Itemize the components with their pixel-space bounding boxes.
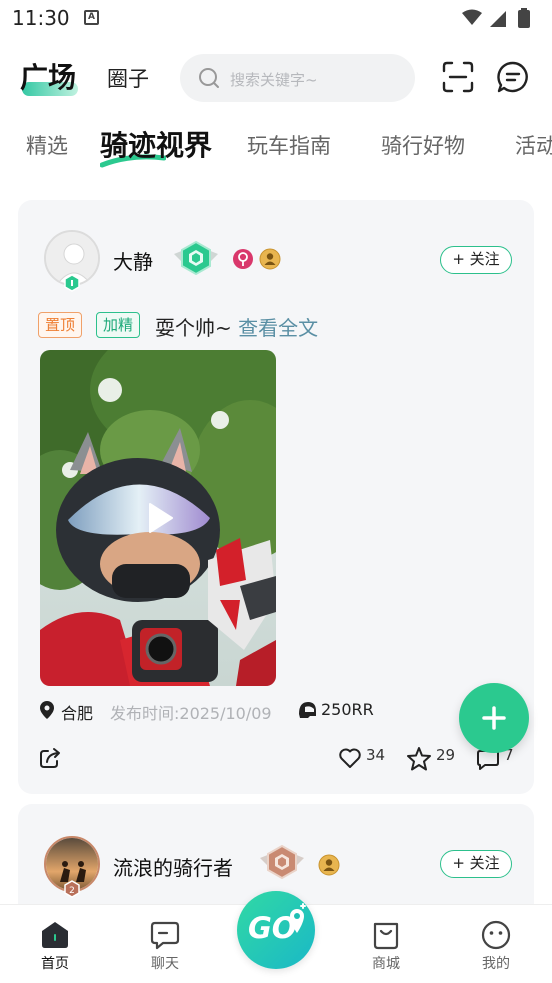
helmet-icon: [299, 702, 316, 718]
nav-home-label: 首页: [41, 956, 69, 972]
read-more-link[interactable]: 查看全文: [238, 316, 318, 340]
featured-tag: 加精: [96, 312, 141, 338]
notification-icon: A: [84, 10, 99, 25]
message-icon[interactable]: [496, 60, 530, 94]
like-count: 34: [366, 746, 386, 764]
svg-text:2: 2: [69, 886, 75, 896]
bronze-shield-badge-icon: [260, 844, 304, 880]
channel-tabs: 精选 骑迹视界 玩车指南 骑行好物 活动: [0, 120, 552, 170]
nav-home[interactable]: 首页: [25, 919, 85, 979]
post-video-thumbnail[interactable]: [40, 350, 276, 686]
tab-square[interactable]: 广场: [20, 56, 76, 96]
post-text[interactable]: 耍个帅~ 查看全文: [155, 312, 318, 341]
shield-badge-icon: [174, 240, 218, 276]
red-medal-icon: [233, 249, 253, 269]
gold-medal-icon: [318, 854, 340, 876]
nav-chat-label: 聊天: [151, 956, 179, 972]
status-bar: 11:30 A: [0, 0, 552, 38]
post-actions: 34 29 7: [38, 744, 528, 774]
bottom-nav: 首页 聊天 GO 商城 我的: [0, 891, 552, 983]
plus-icon: [482, 706, 506, 730]
nav-mall[interactable]: 商城: [356, 919, 416, 979]
profile-face-icon: [481, 920, 511, 950]
bike-model: 250RR: [321, 700, 374, 719]
post-card[interactable]: 大静 + 关注 置顶 加精 耍个帅~ 查看全文 合肥 发布时间:2025/10/…: [18, 200, 534, 794]
tab-car-guide[interactable]: 玩车指南: [247, 130, 331, 160]
heart-icon[interactable]: [338, 746, 362, 770]
create-post-button[interactable]: [459, 683, 529, 753]
home-icon: [42, 922, 68, 948]
scan-icon[interactable]: [441, 60, 475, 94]
tab-riding-vision[interactable]: 骑迹视界: [100, 124, 212, 164]
author-name[interactable]: 流浪的骑行者: [113, 852, 233, 881]
search-input[interactable]: 搜索关键字~: [180, 54, 415, 102]
star-icon[interactable]: [406, 746, 432, 772]
level-badge-icon: [64, 274, 80, 292]
publish-time: 发布时间:2025/10/09: [110, 704, 272, 723]
nav-mall-label: 商城: [372, 956, 400, 972]
gold-medal-icon: [259, 248, 281, 270]
signal-battery-icon: [462, 8, 530, 28]
location-text: 合肥: [61, 704, 94, 723]
shopping-bag-icon: [373, 922, 399, 950]
nav-me-label: 我的: [482, 956, 510, 972]
post-meta: 合肥 发布时间:2025/10/09 250RR: [38, 698, 508, 724]
chat-icon: [150, 921, 180, 950]
follow-button[interactable]: + 关注: [440, 850, 512, 878]
play-icon[interactable]: [146, 502, 174, 534]
tab-activities[interactable]: 活动: [515, 130, 552, 160]
level-badge-icon: 2: [64, 880, 80, 898]
pinned-tag: 置顶: [38, 312, 83, 338]
search-icon: [199, 68, 219, 88]
author-name[interactable]: 大静: [113, 246, 153, 275]
follow-button[interactable]: + 关注: [440, 246, 512, 274]
nav-me[interactable]: 我的: [466, 919, 526, 979]
tab-featured[interactable]: 精选: [26, 130, 68, 160]
top-header: 广场 圈子 搜索关键字~: [0, 50, 552, 106]
nav-chat[interactable]: 聊天: [135, 919, 195, 979]
go-ride-button[interactable]: GO: [237, 891, 315, 969]
share-icon[interactable]: [38, 746, 62, 770]
tab-riding-goods[interactable]: 骑行好物: [381, 130, 465, 160]
location-drop-icon: [290, 903, 306, 933]
post-body: 耍个帅~: [155, 316, 232, 340]
search-placeholder: 搜索关键字~: [230, 71, 318, 89]
favorite-count: 29: [436, 746, 456, 764]
status-time: 11:30: [12, 6, 70, 30]
tab-circle[interactable]: 圈子: [107, 63, 149, 93]
location-pin-icon: [40, 701, 54, 719]
